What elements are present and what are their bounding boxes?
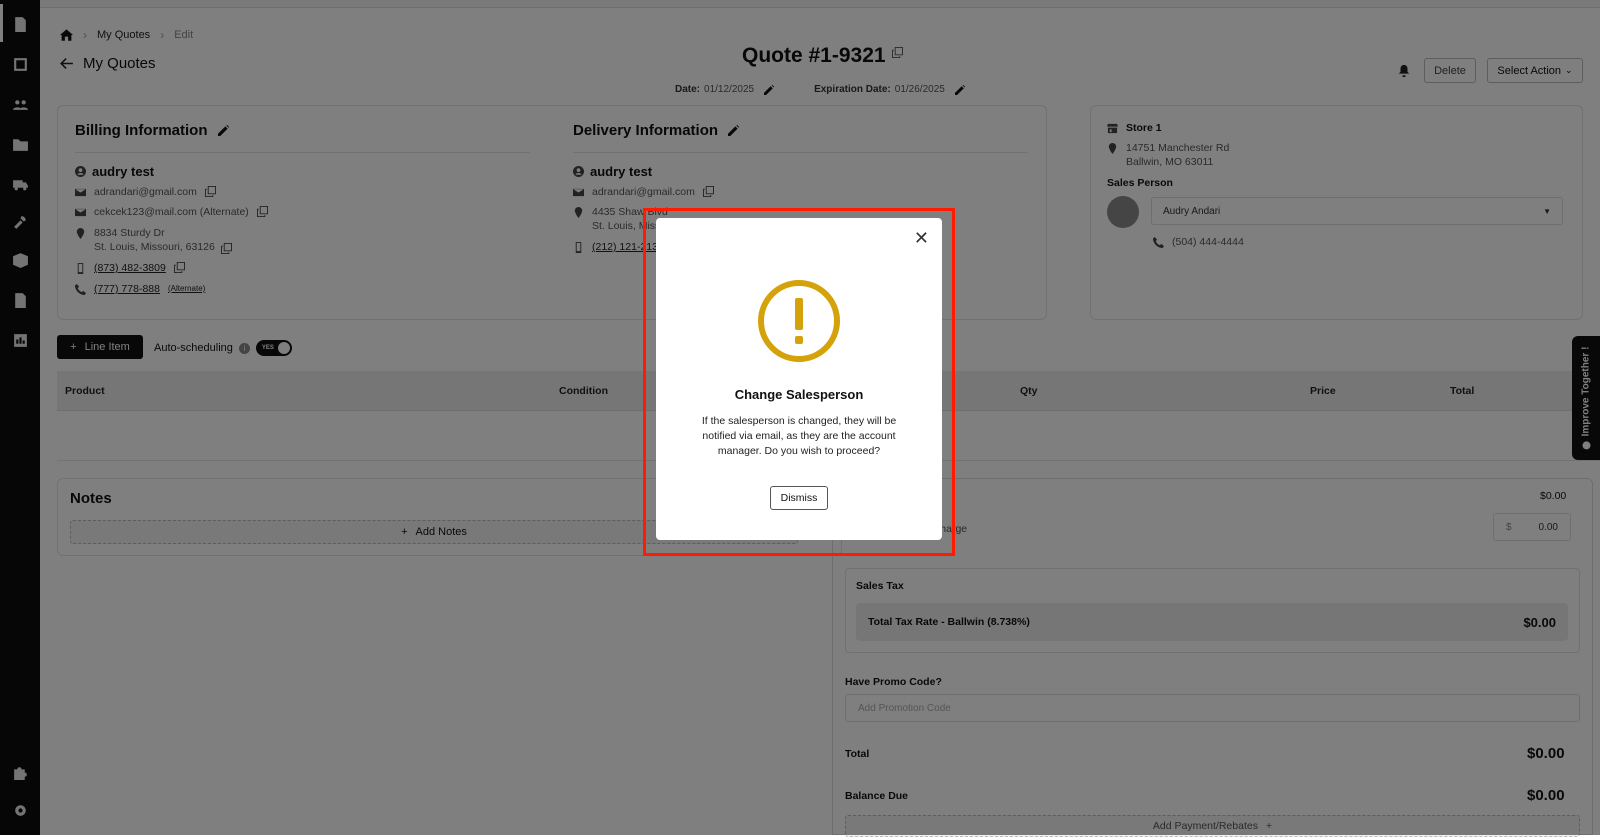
warning-icon xyxy=(758,280,840,362)
close-icon[interactable]: ✕ xyxy=(914,229,929,247)
change-salesperson-modal: ✕ Change Salesperson If the salesperson … xyxy=(656,218,942,540)
dismiss-button[interactable]: Dismiss xyxy=(770,486,828,510)
modal-message: If the salesperson is changed, they will… xyxy=(701,415,897,457)
modal-title: Change Salesperson xyxy=(734,387,864,402)
